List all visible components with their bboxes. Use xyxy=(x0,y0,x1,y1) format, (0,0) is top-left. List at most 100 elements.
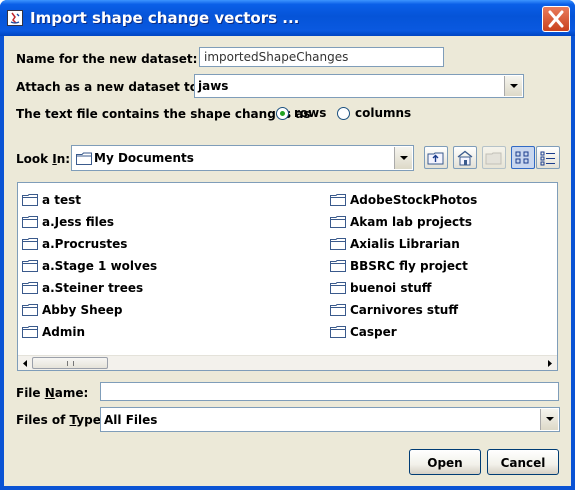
list-item[interactable]: Carnivores stuff xyxy=(330,299,477,321)
dialog-window: Import shape change vectors ... Name for… xyxy=(0,0,575,490)
file-item-label: AdobeStockPhotos xyxy=(350,193,478,207)
attach-dropdown-button[interactable] xyxy=(504,76,522,96)
cancel-button[interactable]: Cancel xyxy=(487,449,559,475)
scroll-left-icon[interactable] xyxy=(19,357,32,370)
look-in-value: My Documents xyxy=(94,151,194,165)
list-item[interactable]: Axialis Librarian xyxy=(330,233,477,255)
file-item-label: Abby Sheep xyxy=(42,303,123,317)
dialog-body: Name for the new dataset: Attach as a ne… xyxy=(4,36,571,486)
chevron-down-icon xyxy=(546,417,554,421)
file-item-label: a.Procrustes xyxy=(42,237,128,251)
file-item-label: a.Jess files xyxy=(42,215,115,229)
file-item-label: Axialis Librarian xyxy=(350,237,460,251)
folder-icon xyxy=(22,282,38,294)
file-list-column-right: AdobeStockPhotos Akam lab projects Axialis… xyxy=(330,189,477,343)
list-item[interactable]: Akam lab projects xyxy=(330,211,477,233)
file-list[interactable]: a test a.Jess files a.Procrustes a.Stage 1 … xyxy=(17,182,558,371)
window-title: Import shape change vectors ... xyxy=(30,9,300,27)
details-view-icon xyxy=(540,151,555,166)
list-item[interactable]: a.Jess files xyxy=(22,211,157,233)
list-item[interactable]: buenoi stuff xyxy=(330,277,477,299)
open-button[interactable]: Open xyxy=(409,449,481,475)
folder-icon xyxy=(22,260,38,272)
close-icon xyxy=(548,10,564,28)
folder-icon xyxy=(330,238,346,250)
up-one-level-icon xyxy=(427,152,444,165)
file-name-label-part: ame: xyxy=(54,386,89,400)
look-in-label: Look In: xyxy=(16,152,70,166)
folder-icon xyxy=(22,238,38,250)
attach-dataset-select[interactable]: jaws xyxy=(194,74,524,98)
dataset-name-input[interactable] xyxy=(199,47,444,67)
close-button[interactable] xyxy=(542,6,570,32)
list-item[interactable]: AdobeStockPhotos xyxy=(330,189,477,211)
folder-icon xyxy=(330,260,346,272)
file-type-value: All Files xyxy=(104,413,158,427)
file-item-label: Casper xyxy=(350,325,397,339)
file-item-label: a test xyxy=(42,193,82,207)
file-name-input[interactable] xyxy=(100,382,559,401)
horizontal-scrollbar[interactable] xyxy=(18,355,557,370)
list-item[interactable]: a.Procrustes xyxy=(22,233,157,255)
look-in-select[interactable]: My Documents xyxy=(71,145,414,171)
list-item[interactable]: Admin xyxy=(22,321,157,343)
file-item-label: Admin xyxy=(42,325,86,339)
home-icon xyxy=(457,150,473,166)
folder-icon xyxy=(22,304,38,316)
rows-radio-option[interactable]: rows xyxy=(276,106,326,120)
file-name-label-part: File xyxy=(16,386,45,400)
columns-radio[interactable] xyxy=(337,106,350,120)
file-item-label: BBSRC fly project xyxy=(350,259,468,273)
rows-radio-label: rows xyxy=(294,106,327,120)
look-in-label-part: n: xyxy=(56,152,71,166)
columns-radio-option[interactable]: columns xyxy=(337,106,411,120)
file-item-label: a.Stage 1 wolves xyxy=(42,259,158,273)
list-item[interactable]: Abby Sheep xyxy=(22,299,157,321)
file-item-label: a.Steiner trees xyxy=(42,281,144,295)
folder-icon xyxy=(22,194,38,206)
new-folder-icon xyxy=(485,152,502,165)
file-item-label: Carnivores stuff xyxy=(350,303,459,317)
folder-icon xyxy=(330,282,346,294)
list-item[interactable]: BBSRC fly project xyxy=(330,255,477,277)
file-type-select[interactable]: All Files xyxy=(100,407,560,432)
list-item[interactable]: a.Stage 1 wolves xyxy=(22,255,157,277)
folder-icon xyxy=(330,216,346,228)
attach-label: Attach as a new dataset to: xyxy=(16,80,203,94)
chevron-down-icon xyxy=(510,84,518,88)
file-type-label: Files of Type: xyxy=(16,413,106,427)
title-bar[interactable]: Import shape change vectors ... xyxy=(0,0,575,36)
folder-icon xyxy=(330,194,346,206)
file-type-label-part: Files of xyxy=(16,413,70,427)
up-one-level-button[interactable] xyxy=(424,146,448,169)
scroll-right-icon[interactable] xyxy=(543,357,556,370)
look-in-label-part: Look xyxy=(16,152,53,166)
file-item-label: buenoi stuff xyxy=(350,281,432,295)
list-item[interactable]: a.Steiner trees xyxy=(22,277,157,299)
file-name-mnemonic: N xyxy=(44,386,55,400)
folder-icon xyxy=(76,152,92,165)
list-item[interactable]: a test xyxy=(22,189,157,211)
file-type-dropdown-button[interactable] xyxy=(540,409,558,430)
folder-icon xyxy=(22,216,38,228)
dataset-name-label: Name for the new dataset: xyxy=(16,52,198,66)
folder-icon xyxy=(330,326,346,338)
list-view-button[interactable] xyxy=(511,146,535,169)
rows-radio[interactable] xyxy=(276,106,289,120)
list-item[interactable]: Casper xyxy=(330,321,477,343)
java-app-icon xyxy=(7,10,23,26)
scrollbar-thumb[interactable] xyxy=(32,357,108,369)
attach-dataset-value: jaws xyxy=(198,79,229,93)
chevron-down-icon xyxy=(400,156,408,160)
new-folder-button[interactable] xyxy=(482,146,506,169)
list-view-icon xyxy=(515,151,529,164)
home-button[interactable] xyxy=(453,146,477,169)
file-name-label: File Name: xyxy=(16,386,88,400)
file-list-column-left: a test a.Jess files a.Procrustes a.Stage 1 … xyxy=(22,189,157,343)
columns-radio-label: columns xyxy=(355,106,412,120)
details-view-button[interactable] xyxy=(536,146,560,169)
folder-icon xyxy=(22,326,38,338)
look-in-dropdown-button[interactable] xyxy=(394,147,412,169)
file-item-label: Akam lab projects xyxy=(350,215,473,229)
shape-changes-label: The text file contains the shape changes… xyxy=(16,107,311,121)
